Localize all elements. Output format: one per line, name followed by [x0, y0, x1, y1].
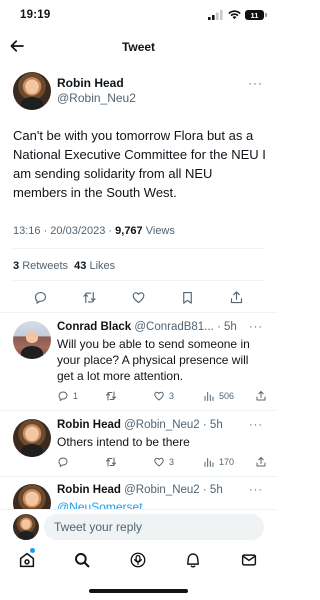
header: Tweet: [0, 28, 277, 64]
tweet-stats[interactable]: 3 Retweets 43 Likes: [13, 260, 115, 272]
tweet-meta: 13:16 · 20/03/2023 · 9,767 Views: [13, 225, 175, 237]
notifications-icon[interactable]: [184, 551, 202, 569]
reply-author-name[interactable]: Robin Head: [57, 419, 121, 431]
more-options-button[interactable]: ···: [249, 321, 263, 333]
avatar: [13, 514, 39, 540]
avatar[interactable]: [13, 321, 51, 359]
views-count: 170: [219, 457, 235, 467]
reply-count: 1: [73, 391, 79, 401]
author-name[interactable]: Robin Head: [57, 76, 124, 90]
status-time: 19:19: [20, 9, 51, 21]
reply-time: · 5h: [202, 419, 223, 431]
home-indicator: [89, 589, 188, 593]
reply-text: Will you be able to send someone in your…: [57, 337, 250, 383]
author-handle[interactable]: @Robin_Neu2: [57, 91, 136, 105]
views-button[interactable]: 506: [203, 390, 234, 402]
reply-button[interactable]: 1: [57, 390, 78, 402]
tweet-actions: [0, 288, 277, 308]
reply-icon: [58, 391, 68, 401]
avatar[interactable]: [13, 484, 51, 509]
bookmark-icon[interactable]: [180, 290, 195, 305]
likes-count: 43: [74, 260, 87, 272]
page-title: Tweet: [121, 40, 156, 54]
reply-icon[interactable]: [33, 290, 48, 305]
more-options-button[interactable]: ···: [249, 419, 263, 431]
tweet-text: Can't be with you tomorrow Flora but as …: [13, 128, 266, 200]
share-button[interactable]: [255, 390, 267, 402]
reply-author-name[interactable]: Robin Head: [57, 484, 121, 496]
like-count: 3: [169, 391, 175, 401]
reply-item[interactable]: Robin Head @Robin_Neu2 · 5h ··· Others i…: [0, 419, 277, 473]
divider: [0, 476, 277, 477]
more-options-button[interactable]: ···: [248, 76, 263, 90]
divider: [13, 280, 264, 281]
views-icon: [204, 392, 214, 401]
divider: [0, 410, 277, 411]
more-options-button[interactable]: ···: [249, 484, 263, 496]
reply-header: Conrad Black @ConradB81... · 5h: [57, 321, 267, 333]
reply-input[interactable]: [44, 514, 264, 540]
reply-time: · 5h: [202, 484, 223, 496]
reply-text: Others intend to be there: [57, 435, 190, 449]
notification-dot: [30, 548, 35, 553]
views-count: 506: [219, 391, 235, 401]
like-button[interactable]: 3: [153, 390, 174, 402]
share-icon: [256, 457, 266, 467]
tweet-timestamp: 13:16 · 20/03/2023 ·: [13, 225, 113, 237]
retweet-button[interactable]: [105, 456, 121, 468]
avatar[interactable]: [13, 72, 51, 110]
likes-label: Likes: [89, 260, 116, 272]
reply-icon: [58, 457, 68, 467]
retweets-label: Retweets: [22, 260, 69, 272]
reply-actions: 1 3 506: [57, 390, 267, 404]
retweet-icon[interactable]: [82, 290, 97, 305]
share-icon[interactable]: [229, 290, 244, 305]
home-icon[interactable]: [18, 551, 36, 569]
reply-time: · 5h: [217, 321, 237, 333]
cellular-signal-icon: [208, 10, 223, 20]
status-icons: 11: [208, 10, 267, 20]
like-icon: [154, 457, 164, 467]
views-count: 9,767: [115, 225, 143, 237]
reply-actions: 3 170: [57, 456, 267, 470]
like-count: 3: [169, 457, 175, 467]
reply-author-handle[interactable]: @Robin_Neu2: [124, 484, 200, 496]
divider: [13, 248, 264, 249]
retweet-icon: [106, 391, 116, 401]
tab-bar: [0, 545, 277, 577]
share-button[interactable]: [255, 456, 267, 468]
views-label: Views: [145, 225, 175, 237]
avatar[interactable]: [13, 419, 51, 457]
reply-author-name[interactable]: Conrad Black: [57, 321, 131, 333]
reply-header: Robin Head @Robin_Neu2 · 5h: [57, 484, 267, 496]
mention-link[interactable]: @NeuSomerset: [57, 499, 267, 509]
share-icon: [256, 391, 266, 401]
retweets-count: 3: [13, 260, 20, 272]
reply-item[interactable]: Conrad Black @ConradB81... · 5h ··· Will…: [0, 321, 277, 405]
views-button[interactable]: 170: [203, 456, 234, 468]
spaces-icon[interactable]: [129, 551, 147, 569]
like-icon[interactable]: [131, 290, 146, 305]
reply-item[interactable]: Robin Head @Robin_Neu2 · 5h ··· @NeuSome…: [0, 484, 277, 509]
search-icon[interactable]: [73, 551, 91, 569]
retweet-icon: [106, 457, 116, 467]
battery-indicator: 11: [245, 10, 267, 20]
like-button[interactable]: 3: [153, 456, 174, 468]
reply-composer: [0, 509, 277, 545]
like-icon: [154, 391, 164, 401]
divider: [0, 312, 277, 313]
wifi-icon: [228, 10, 241, 20]
retweet-button[interactable]: [105, 390, 121, 402]
status-bar: 19:19 11: [0, 0, 277, 28]
reply-author-handle[interactable]: @Robin_Neu2: [124, 419, 200, 431]
views-icon: [204, 458, 214, 467]
reply-header: Robin Head @Robin_Neu2 · 5h: [57, 419, 267, 431]
reply-author-handle[interactable]: @ConradB81...: [134, 321, 213, 333]
reply-button[interactable]: [57, 456, 73, 468]
messages-icon[interactable]: [240, 551, 258, 569]
